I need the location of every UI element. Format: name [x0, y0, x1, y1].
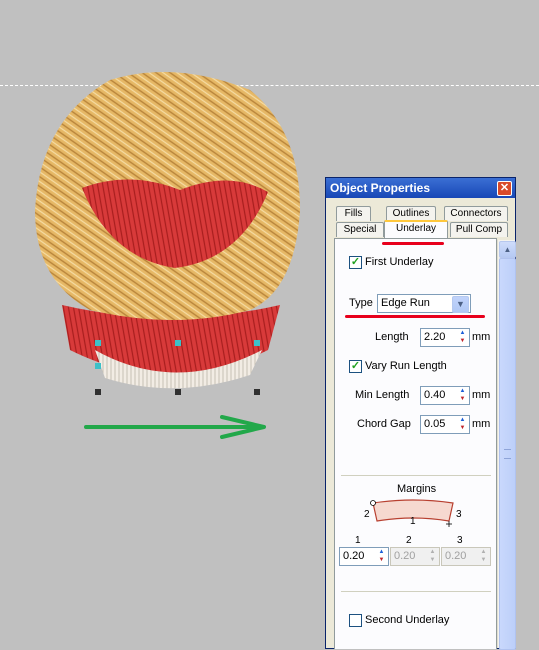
- red-underline-annotation: [382, 242, 444, 245]
- spin-down-icon[interactable]: ▼: [457, 338, 468, 345]
- length-value[interactable]: 2.20: [424, 331, 445, 343]
- selection-handle[interactable]: [95, 389, 101, 395]
- margin-3-spinner: 0.20 ▲ ▼: [441, 547, 491, 566]
- min-length-unit: mm: [472, 389, 491, 401]
- selection-handle[interactable]: [254, 340, 260, 346]
- spin-down-icon[interactable]: ▼: [376, 557, 387, 564]
- panel-titlebar[interactable]: Object Properties ✕: [326, 178, 515, 198]
- selection-handle[interactable]: [175, 340, 181, 346]
- type-select-value: Edge Run: [381, 297, 430, 309]
- section-divider: [341, 475, 491, 476]
- spin-up-icon[interactable]: ▲: [457, 330, 468, 337]
- close-button[interactable]: ✕: [497, 181, 512, 196]
- margin-col-label-2: 2: [406, 535, 412, 546]
- tab-outlines[interactable]: Outlines: [386, 206, 436, 221]
- chevron-down-icon[interactable]: ▼: [452, 296, 469, 313]
- margin-2-value: 0.20: [394, 550, 416, 562]
- selection-handle[interactable]: [254, 389, 260, 395]
- margin-1-spinner[interactable]: 0.20 ▲ ▼: [339, 547, 389, 566]
- min-length-label: Min Length: [355, 389, 410, 401]
- vary-run-length-checkbox[interactable]: ✓: [349, 360, 362, 373]
- tab-underlay[interactable]: Underlay: [384, 220, 448, 238]
- scroll-up-icon[interactable]: ▲: [499, 241, 516, 258]
- type-select[interactable]: Edge Run ▼: [377, 294, 471, 313]
- second-underlay-label: Second Underlay: [365, 614, 450, 626]
- panel-title: Object Properties: [330, 181, 431, 195]
- selection-handle[interactable]: [175, 389, 181, 395]
- chord-gap-label: Chord Gap: [357, 418, 411, 430]
- second-underlay-checkbox[interactable]: [349, 614, 362, 627]
- margins-diagram: [370, 499, 454, 527]
- underlay-tab-page: ✓ First Underlay Type Edge Run ▼ Length …: [334, 238, 497, 649]
- chord-gap-unit: mm: [472, 418, 491, 430]
- scroll-thumb[interactable]: [499, 258, 516, 650]
- margin-diagram-label-2: 2: [364, 509, 370, 520]
- spin-up-icon[interactable]: ▲: [457, 388, 468, 395]
- length-unit: mm: [472, 331, 491, 343]
- spin-up-icon[interactable]: ▲: [457, 417, 468, 424]
- margin-col-label-3: 3: [457, 535, 463, 546]
- margin-3-value: 0.20: [445, 550, 467, 562]
- length-spinner[interactable]: 2.20 ▲ ▼: [420, 328, 470, 347]
- chord-gap-value[interactable]: 0.05: [424, 418, 445, 430]
- margin-2-spinner: 0.20 ▲ ▼: [390, 547, 440, 566]
- length-label: Length: [375, 331, 409, 343]
- chord-gap-spinner[interactable]: 0.05 ▲ ▼: [420, 415, 470, 434]
- margin-diagram-label-1: 1: [410, 516, 416, 527]
- first-underlay-checkbox[interactable]: ✓: [349, 256, 362, 269]
- spin-up-icon: ▲: [429, 549, 436, 555]
- close-icon: ✕: [499, 182, 510, 194]
- margin-1-value[interactable]: 0.20: [343, 550, 364, 562]
- first-underlay-label: First Underlay: [365, 256, 434, 268]
- vary-run-length-label: Vary Run Length: [365, 360, 447, 372]
- spin-down-icon: ▼: [480, 557, 487, 563]
- red-underline-annotation-type: [345, 315, 485, 318]
- tab-pull-comp[interactable]: Pull Comp: [450, 222, 508, 237]
- embroidery-design[interactable]: [0, 0, 320, 460]
- green-arrow-annotation: [84, 415, 266, 439]
- object-properties-panel: Object Properties ✕ Fills Outlines Conne…: [325, 177, 516, 650]
- selection-handle[interactable]: [95, 363, 101, 369]
- panel-scrollbar[interactable]: ▲: [497, 240, 516, 650]
- grip-icon: [504, 449, 511, 459]
- selection-handle[interactable]: [95, 340, 101, 346]
- tab-connectors[interactable]: Connectors: [444, 206, 508, 221]
- section-divider: [341, 591, 491, 592]
- spin-up-icon[interactable]: ▲: [376, 549, 387, 556]
- spin-down-icon[interactable]: ▼: [457, 425, 468, 432]
- margin-diagram-label-3: 3: [456, 509, 462, 520]
- spin-down-icon: ▼: [429, 557, 436, 563]
- margin-col-label-1: 1: [355, 535, 361, 546]
- min-length-value[interactable]: 0.40: [424, 389, 445, 401]
- tab-special[interactable]: Special: [336, 222, 384, 237]
- type-label: Type: [349, 297, 373, 309]
- spin-up-icon: ▲: [480, 549, 487, 555]
- spin-down-icon[interactable]: ▼: [457, 396, 468, 403]
- margins-label: Margins: [397, 483, 437, 495]
- tab-fills[interactable]: Fills: [336, 206, 371, 221]
- min-length-spinner[interactable]: 0.40 ▲ ▼: [420, 386, 470, 405]
